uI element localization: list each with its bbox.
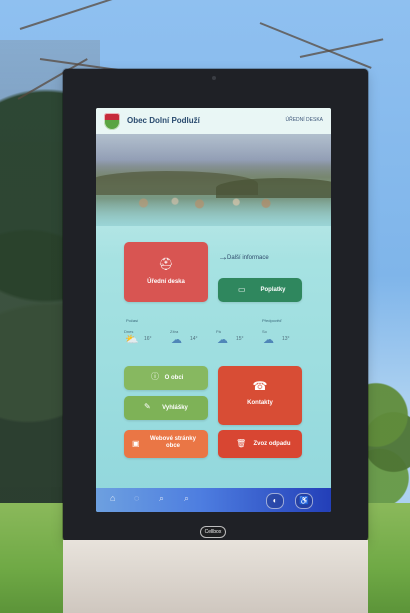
tile-label: Vyhlášky [162, 405, 188, 411]
browser-icon: ▣ [132, 439, 140, 448]
bottom-navigation-bar: ⌂ ◌ ⌕ ⌕ ◐ ♿ [96, 488, 331, 512]
kiosk-screen: Obec Dolní Podluží ÚŘEDNÍ DESKA ⛑ Úřední… [96, 108, 331, 512]
weather-day: Zítra ☁ 14° [170, 329, 210, 353]
sun-cloud-icon: ⛅ [125, 334, 139, 346]
kiosk-stand [63, 540, 368, 613]
official-board-tile[interactable]: ⛑ Úřední deska [124, 242, 208, 302]
tile-label: Webové stránky obce [150, 436, 196, 449]
more-info-link[interactable]: Další informace [227, 255, 269, 261]
user-icon[interactable]: ◌ [134, 494, 139, 503]
weather-panel: Počasí Předpověď Dnes ⛅ 16° Zítra ☁ 14° … [124, 318, 304, 356]
tile-label: Úřední deska [147, 279, 185, 285]
kiosk-photo-scene: Obec Dolní Podluží ÚŘEDNÍ DESKA ⛑ Úřední… [0, 0, 410, 613]
tile-label: Zvoz odpadu [253, 441, 291, 447]
dark-mode-toggle[interactable]: ◐ [266, 493, 284, 509]
search-icon[interactable]: ⌕ [159, 494, 164, 503]
tree-branch [19, 0, 144, 30]
official-board-header-link[interactable]: ÚŘEDNÍ DESKA [285, 117, 323, 123]
tile-label: Kontakty [247, 400, 273, 406]
tile-label: Poplatky [260, 287, 286, 293]
weather-temperature: 16° [144, 336, 152, 342]
municipality-crest-icon [104, 113, 120, 130]
accessibility-toggle[interactable]: ♿ [295, 493, 313, 509]
zoom-icon[interactable]: ⌕ [184, 494, 189, 503]
phone-icon: ☎ [252, 379, 268, 393]
fees-tile[interactable]: ▭ Poplatky [218, 278, 302, 302]
about-municipality-tile[interactable]: ⓘ O obci [124, 366, 208, 390]
camera-icon [212, 76, 216, 80]
weather-day: Pá ☁ 15° [216, 329, 256, 353]
municipal-website-tile[interactable]: ▣ Webové stránky obce [124, 430, 208, 458]
weather-temperature: 14° [190, 336, 198, 342]
home-icon[interactable]: ⌂ [110, 494, 115, 503]
hero-village [126, 194, 301, 212]
cloud-icon: ☁ [263, 334, 274, 346]
screen-header: Obec Dolní Podluží ÚŘEDNÍ DESKA [96, 108, 331, 134]
brand-logo: Cellbox [200, 526, 226, 538]
public-notices-tile[interactable]: ✎ Vyhlášky [124, 396, 208, 420]
tile-label: O obci [164, 375, 184, 381]
cloud-icon: ☁ [217, 334, 228, 346]
podium-icon: ⛑ [158, 257, 174, 271]
weather-forecast-link[interactable]: Předpověď [262, 318, 282, 323]
village-hero-image [96, 134, 331, 226]
weather-day: Dnes ⛅ 16° [124, 329, 164, 353]
cloud-icon: ☁ [171, 334, 182, 346]
weather-day: So ☁ 13° [262, 329, 302, 353]
contacts-tile[interactable]: ☎ Kontakty [218, 366, 302, 425]
weather-title: Počasí [126, 318, 139, 323]
weather-temperature: 15° [236, 336, 244, 342]
municipality-title: Obec Dolní Podluží [127, 116, 200, 125]
weather-temperature: 13° [282, 336, 290, 342]
waste-collection-tile[interactable]: 🗑 Zvoz odpadu [218, 430, 302, 458]
